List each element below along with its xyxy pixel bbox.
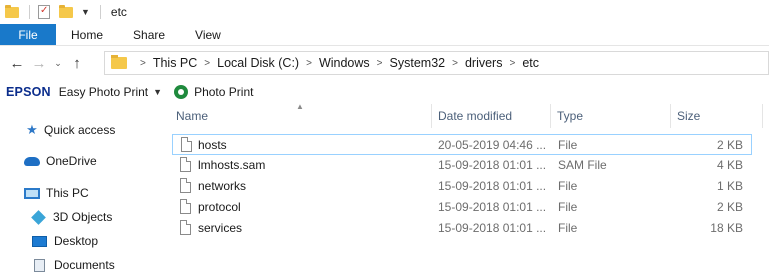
file-size: 2 KB [716, 200, 743, 214]
file-name: lmhosts.sam [198, 158, 266, 172]
file-size: 4 KB [716, 158, 743, 172]
file-type: File [558, 138, 578, 152]
file-row[interactable]: hosts 20-05-2019 04:46 ... File 2 KB [172, 134, 752, 155]
photo-print-icon[interactable] [174, 85, 189, 99]
file-icon [180, 157, 191, 172]
file-name: hosts [198, 138, 227, 152]
file-name: services [198, 221, 243, 235]
file-date: 15-09-2018 01:01 ... [438, 221, 547, 235]
nav-label: OneDrive [46, 154, 97, 168]
file-list: ▲ Name Date modified Type Size hosts 20-… [160, 102, 769, 273]
desktop-icon [32, 235, 47, 247]
file-date: 15-09-2018 01:01 ... [438, 179, 547, 193]
window-title: etc [110, 5, 127, 19]
star-icon: ★ [26, 122, 38, 137]
forward-arrow-icon[interactable]: → [28, 55, 50, 72]
computer-icon [24, 187, 40, 199]
folder-icon[interactable] [5, 4, 19, 18]
folder-icon [111, 55, 127, 69]
file-row[interactable]: lmhosts.sam 15-09-2018 01:01 ... SAM Fil… [172, 155, 752, 176]
nav-item-documents[interactable]: Documents [32, 258, 115, 272]
nav-label: This PC [46, 186, 89, 200]
photo-print-button[interactable]: Photo Print [194, 85, 253, 99]
tab-view[interactable]: View [180, 24, 236, 45]
nav-item-this-pc[interactable]: This PC [24, 186, 89, 200]
file-type: File [558, 200, 578, 214]
breadcrumb-separator-icon[interactable]: > [452, 58, 458, 69]
file-icon [180, 178, 191, 193]
file-row[interactable]: networks 15-09-2018 01:01 ... File 1 KB [172, 176, 752, 197]
address-bar[interactable]: > This PC > Local Disk (C:) > Windows > … [104, 51, 769, 75]
file-date: 15-09-2018 01:01 ... [438, 200, 547, 214]
navigation-pane: ★ Quick access OneDrive This PC 3D Objec… [0, 104, 160, 273]
up-arrow-icon[interactable]: ↑ [66, 55, 88, 72]
column-divider[interactable] [762, 104, 763, 128]
ribbon-tabs: File Home Share View [0, 24, 769, 46]
nav-label: Quick access [44, 123, 116, 137]
file-name: protocol [198, 200, 241, 214]
back-arrow-icon[interactable]: ← [6, 55, 28, 72]
file-date: 15-09-2018 01:01 ... [438, 158, 547, 172]
file-type: SAM File [558, 158, 607, 172]
properties-icon[interactable] [38, 5, 50, 19]
file-icon [180, 199, 191, 214]
navigation-bar: ← → ⌄ ↑ > This PC > Local Disk (C:) > Wi… [0, 46, 769, 80]
file-size: 1 KB [716, 179, 743, 193]
tab-share[interactable]: Share [118, 24, 180, 45]
new-folder-icon[interactable] [59, 4, 73, 18]
file-date: 20-05-2019 04:46 ... [438, 138, 547, 152]
breadcrumb-separator-icon[interactable]: > [306, 58, 312, 69]
file-size: 2 KB [716, 138, 743, 152]
breadcrumb-separator-icon[interactable]: > [509, 58, 515, 69]
nav-item-onedrive[interactable]: OneDrive [24, 154, 97, 168]
nav-label: 3D Objects [53, 210, 113, 224]
column-header-row: Name Date modified Type Size [170, 104, 769, 128]
column-divider[interactable] [670, 104, 671, 128]
customize-toolbar-chevron-down-icon[interactable]: ▼ [81, 7, 90, 17]
title-bar: ▼ etc [0, 0, 769, 24]
breadcrumb-separator-icon[interactable]: > [204, 58, 210, 69]
file-type: File [558, 179, 578, 193]
breadcrumb-this-pc[interactable]: This PC [153, 56, 197, 70]
column-header-name[interactable]: Name [176, 109, 208, 125]
cube-icon [31, 209, 46, 225]
breadcrumb-system32[interactable]: System32 [390, 56, 446, 70]
file-row[interactable]: protocol 15-09-2018 01:01 ... File 2 KB [172, 197, 752, 218]
quick-access-toolbar: ▼ [0, 0, 107, 24]
column-header-size[interactable]: Size [677, 109, 700, 125]
nav-item-3d-objects[interactable]: 3D Objects [31, 209, 113, 225]
file-row[interactable]: services 15-09-2018 01:01 ... File 18 KB [172, 218, 752, 239]
column-divider[interactable] [550, 104, 551, 128]
nav-label: Documents [54, 258, 115, 272]
file-icon [180, 220, 191, 235]
breadcrumb-separator-icon[interactable]: > [377, 58, 383, 69]
documents-icon [34, 258, 45, 272]
cloud-icon [24, 156, 40, 166]
recent-locations-chevron-down-icon[interactable]: ⌄ [50, 58, 66, 69]
file-name: networks [198, 179, 247, 193]
file-type: File [558, 221, 578, 235]
breadcrumb-separator-icon[interactable]: > [140, 58, 146, 69]
file-size: 18 KB [710, 221, 743, 235]
tab-file[interactable]: File [0, 24, 56, 45]
column-divider[interactable] [431, 104, 432, 128]
divider [29, 5, 30, 19]
easy-photo-print-button[interactable]: Easy Photo Print [59, 85, 148, 99]
divider [99, 5, 101, 19]
breadcrumb-windows[interactable]: Windows [319, 56, 370, 70]
column-header-date[interactable]: Date modified [438, 109, 512, 125]
nav-item-desktop[interactable]: Desktop [32, 234, 98, 248]
breadcrumb-local-disk[interactable]: Local Disk (C:) [217, 56, 299, 70]
epson-logo: EPSON [6, 85, 51, 99]
easy-photo-print-chevron-down-icon[interactable]: ▼ [153, 87, 162, 97]
tab-home[interactable]: Home [56, 24, 118, 45]
column-header-type[interactable]: Type [557, 109, 583, 125]
breadcrumb-drivers[interactable]: drivers [465, 56, 503, 70]
nav-label: Desktop [54, 234, 99, 248]
breadcrumb-etc[interactable]: etc [522, 56, 539, 70]
epson-toolbar: EPSON Easy Photo Print ▼ Photo Print [0, 82, 769, 102]
nav-item-quick-access[interactable]: ★ Quick access [24, 122, 115, 138]
file-icon [181, 137, 192, 152]
